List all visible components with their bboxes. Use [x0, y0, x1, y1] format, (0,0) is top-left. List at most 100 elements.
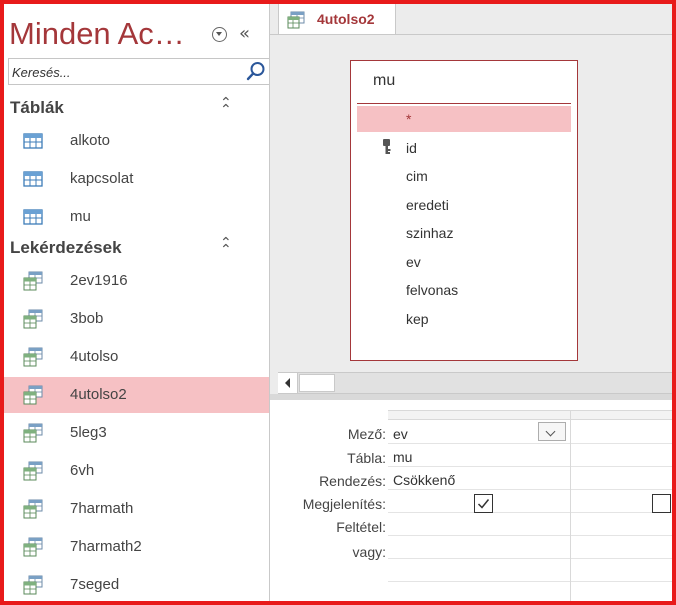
criteria-cell[interactable] — [388, 514, 570, 535]
query-icon — [23, 537, 43, 557]
sidebar-item-4utolso[interactable]: 4utolso — [4, 339, 269, 375]
section-header-lek-rdez-sek[interactable]: Lekérdezések ⌃ ⌃ — [4, 235, 269, 261]
grid-row-line — [388, 466, 672, 467]
field-label: ev — [406, 253, 421, 270]
collapse-section-icon[interactable]: ⌃ ⌃ — [220, 236, 232, 257]
sidebar-item-label: mu — [70, 208, 91, 225]
query-icon — [23, 271, 43, 291]
sidebar-item-4utolso2[interactable]: 4utolso2 — [4, 377, 269, 413]
section-label: Lekérdezések — [10, 238, 122, 257]
field-label: kep — [406, 310, 429, 327]
query-icon — [23, 575, 43, 595]
sidebar-item-6vh[interactable]: 6vh — [4, 453, 269, 489]
nav-header: Minden Ac… « — [4, 4, 269, 58]
search-input[interactable] — [9, 59, 239, 86]
or-cell[interactable] — [388, 537, 570, 558]
row-label-vagy: vagy: — [352, 544, 386, 560]
query-icon — [23, 461, 43, 481]
field-label: felvonas — [406, 282, 459, 298]
sidebar-item-3bob[interactable]: 3bob — [4, 301, 269, 337]
nav-menu-dropdown-icon[interactable] — [212, 27, 227, 42]
grid-row-line — [388, 489, 672, 490]
sidebar-item-alkoto[interactable]: alkoto — [4, 123, 269, 159]
query-icon — [23, 499, 43, 519]
query-icon — [23, 423, 43, 443]
table-icon — [23, 133, 43, 149]
collapse-pane-icon[interactable]: « — [239, 23, 250, 44]
primary-key-icon — [383, 138, 391, 154]
field-szinhaz[interactable]: szinhaz — [357, 220, 571, 246]
row-label-rendez-s: Rendezés: — [319, 473, 386, 489]
grid-row-line — [388, 581, 672, 582]
sidebar-item-7harmath2[interactable]: 7harmath2 — [4, 529, 269, 565]
grid-row-line — [388, 535, 672, 536]
search-icon[interactable] — [246, 61, 266, 81]
field-label: cim — [406, 168, 428, 184]
sidebar-item-mu[interactable]: mu — [4, 199, 269, 235]
sidebar-item-label: 5leg3 — [70, 424, 107, 441]
grid-columns: ev mu Csökkenő — [388, 410, 672, 601]
horizontal-scrollbar[interactable] — [278, 372, 672, 394]
sidebar-item-label: alkoto — [70, 132, 111, 149]
search-box — [8, 58, 269, 86]
sidebar-item-label: 7harmath — [70, 500, 134, 517]
field-cim[interactable]: cim — [357, 163, 571, 189]
row-label-megjelen-t-s: Megjelenítés: — [302, 496, 386, 512]
sidebar-item-label: kapcsolat — [70, 170, 134, 187]
scroll-left-arrow-icon[interactable] — [278, 373, 298, 393]
nav-title[interactable]: Minden Ac… — [9, 16, 185, 52]
row-label-t-bla: Tábla: — [347, 450, 386, 466]
field-kep[interactable]: kep — [357, 306, 571, 332]
field-id[interactable]: id — [357, 135, 571, 161]
navigation-pane: Minden Ac… « Táblák ⌃⌃ alkoto kapcsolat mu Le… — [4, 4, 270, 601]
row-label-felt-tel: Feltétel: — [336, 519, 386, 535]
checkmark-icon — [477, 499, 490, 509]
show-checkbox[interactable] — [652, 494, 671, 513]
scroll-thumb[interactable] — [299, 374, 335, 392]
sidebar-item-label: 6vh — [70, 462, 95, 479]
field-felvonas[interactable]: felvonas — [357, 277, 571, 303]
field-cell[interactable]: ev — [393, 426, 408, 442]
field-all[interactable]: * — [357, 106, 571, 132]
design-grid: Mező: Tábla: Rendezés: Megjelenítés: Feltéte… — [270, 400, 672, 601]
table-title: mu — [373, 72, 396, 89]
sidebar-item-7seged[interactable]: 7seged — [4, 567, 269, 601]
field-label: id — [406, 139, 417, 156]
field-dropdown-icon[interactable] — [538, 422, 566, 441]
grid-row-line — [388, 558, 672, 559]
sidebar-item-label: 3bob — [70, 310, 104, 327]
field-label: * — [406, 111, 412, 127]
field-eredeti[interactable]: eredeti — [357, 192, 571, 218]
sort-cell[interactable]: Csökkenő — [393, 472, 455, 488]
query-icon — [287, 11, 305, 29]
collapse-section-icon[interactable]: ⌃ ⌃ — [220, 96, 232, 117]
field-label: eredeti — [406, 196, 449, 213]
sidebar-item-label: 7seged — [70, 576, 120, 593]
column-selector-bar[interactable] — [388, 410, 672, 420]
field-ev[interactable]: ev — [357, 249, 571, 275]
criteria-cell[interactable] — [570, 514, 676, 535]
query-icon — [23, 347, 43, 367]
sidebar-item-kapcsolat[interactable]: kapcsolat — [4, 161, 269, 197]
grid-row-line — [388, 512, 672, 513]
table-field-list[interactable]: mu * id cim eredeti szinhaz ev felvonas kep — [350, 60, 578, 361]
sidebar-item-label: 4utolso — [70, 348, 119, 365]
grid-row-line — [388, 443, 672, 444]
tab-label: 4utolso2 — [317, 11, 375, 27]
sidebar-item-7harmath[interactable]: 7harmath — [4, 491, 269, 527]
document-area: 4utolso2 mu * id cim eredeti szinhaz ev felvon… — [270, 4, 672, 601]
tab-4utolso2[interactable]: 4utolso2 — [278, 4, 396, 35]
table-icon — [23, 209, 43, 225]
table-cell[interactable]: mu — [393, 449, 412, 465]
sidebar-item-label: 4utolso2 — [70, 386, 127, 403]
grid-column-line — [570, 410, 571, 601]
sidebar-item-2ev1916[interactable]: 2ev1916 — [4, 263, 269, 299]
section-label: Táblák — [10, 98, 64, 117]
show-checkbox[interactable] — [474, 494, 493, 513]
table-title-divider — [357, 103, 571, 104]
sidebar-item-label: 7harmath2 — [70, 538, 142, 555]
section-header-t-bl-k[interactable]: Táblák ⌃ ⌃ — [4, 95, 269, 121]
sidebar-item-5leg3[interactable]: 5leg3 — [4, 415, 269, 451]
query-icon — [23, 385, 43, 405]
or-cell[interactable] — [570, 537, 676, 558]
